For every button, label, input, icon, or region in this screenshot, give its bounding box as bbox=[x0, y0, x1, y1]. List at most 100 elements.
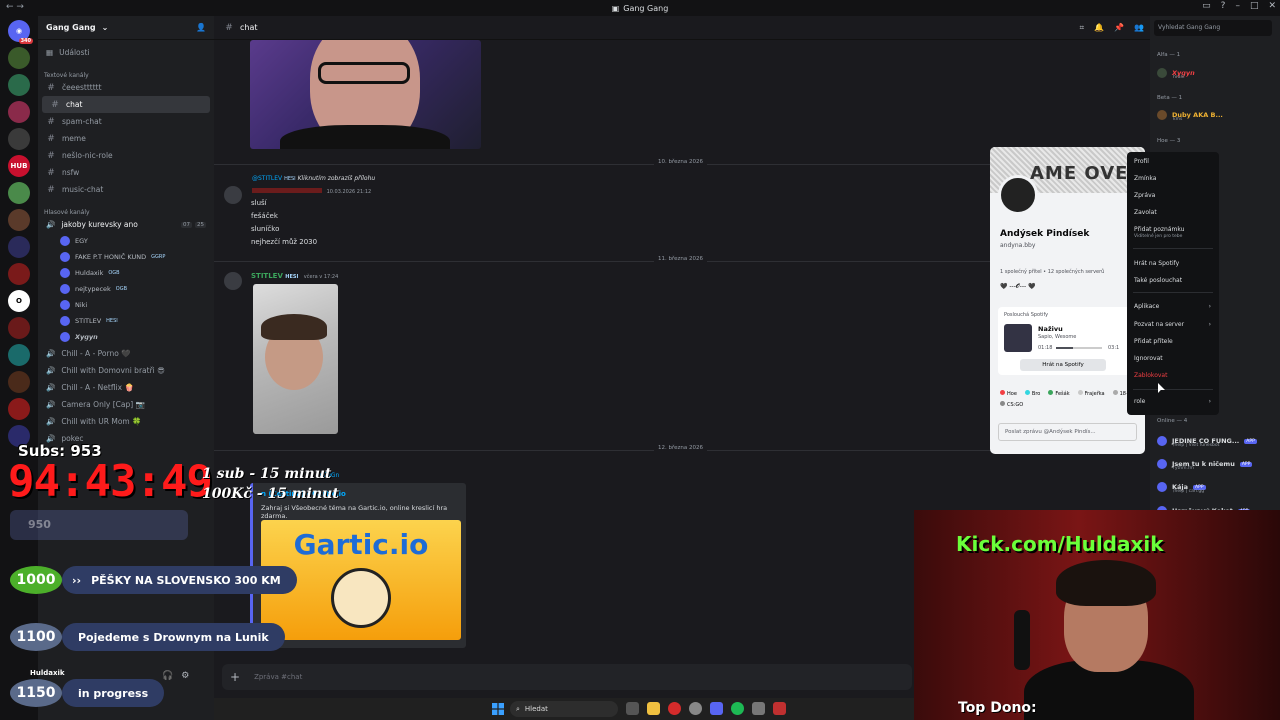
voice-channel[interactable]: 🔊 Chill with UR Mom 🍀 bbox=[38, 413, 214, 430]
back-forward-icon[interactable]: ← → bbox=[6, 2, 24, 12]
member-item[interactable]: 𝙓𝙮𝙜𝙮𝙣 hraní bbox=[1157, 64, 1195, 82]
context-menu-item[interactable]: Aplikace bbox=[1134, 303, 1159, 310]
voice-user[interactable]: Niki bbox=[38, 297, 214, 313]
channel-item[interactable]: # spam-chat bbox=[38, 113, 214, 130]
role-chip[interactable]: Frajeřka bbox=[1077, 390, 1105, 397]
pin-icon[interactable]: 📌 bbox=[1114, 23, 1124, 33]
role-chip[interactable]: Bro bbox=[1024, 390, 1040, 397]
file-explorer-icon[interactable] bbox=[647, 702, 660, 715]
context-menu-item[interactable]: Přidat přítele bbox=[1134, 338, 1173, 345]
voice-user[interactable]: nejtypecek OGB bbox=[38, 281, 214, 297]
server-icon[interactable] bbox=[8, 182, 30, 204]
taskbar-search[interactable]: ⌕ Hledat bbox=[510, 701, 618, 717]
category-text-channels[interactable]: Textové kanály bbox=[38, 65, 214, 79]
settings-app-icon[interactable] bbox=[752, 702, 765, 715]
events-item[interactable]: ▦ Události bbox=[38, 44, 214, 61]
inbox-icon[interactable]: ▭ bbox=[1202, 1, 1211, 11]
server-icon[interactable] bbox=[8, 263, 30, 285]
context-menu-item[interactable]: Přidat poznámku Viditelné jen pro tebe bbox=[1134, 226, 1184, 239]
avatar[interactable] bbox=[224, 186, 242, 204]
member-item[interactable]: Kája APP/help | carl.gg bbox=[1157, 478, 1206, 496]
context-menu-item[interactable]: Profil bbox=[1134, 158, 1149, 165]
album-cover[interactable] bbox=[1004, 324, 1032, 352]
server-icon[interactable] bbox=[8, 317, 30, 339]
channel-item[interactable]: # chat bbox=[42, 96, 210, 113]
channel-item[interactable]: # nešlo-nic-role bbox=[38, 147, 214, 164]
context-menu-item[interactable]: Zavolat bbox=[1134, 209, 1157, 216]
obs-icon[interactable] bbox=[689, 702, 702, 715]
role-chip[interactable]: Hoe bbox=[1000, 390, 1017, 397]
direct-messages-icon[interactable]: ◉ 340 bbox=[8, 20, 33, 44]
server-icon[interactable] bbox=[8, 344, 30, 366]
reply-preview[interactable]: @STITLEV HESI Kliknutím zobrazíš přílohu bbox=[252, 175, 375, 182]
server-icon[interactable] bbox=[8, 371, 30, 393]
maximize-icon[interactable]: □ bbox=[1250, 1, 1259, 11]
settings-icon[interactable]: ⚙ bbox=[181, 671, 189, 681]
server-icon[interactable] bbox=[8, 236, 30, 258]
voice-user[interactable]: 𝙓𝙮𝙜𝙮𝙣 bbox=[38, 329, 214, 345]
context-menu-item[interactable]: role bbox=[1134, 398, 1145, 405]
member-item[interactable]: JEDINE CO FUNG... APP/help | Visit funesb… bbox=[1157, 432, 1257, 450]
add-member-icon[interactable]: 👤 bbox=[196, 23, 206, 32]
app-icon[interactable] bbox=[773, 702, 786, 715]
channel-item[interactable]: # music-chat bbox=[38, 181, 214, 198]
context-menu-item[interactable]: Ignorovat bbox=[1134, 355, 1163, 362]
server-header[interactable]: Gang Gang ⌄ 👤 bbox=[38, 16, 214, 40]
context-menu-item[interactable]: Pozvat na server bbox=[1134, 321, 1184, 328]
opera-gx-icon[interactable] bbox=[668, 702, 681, 715]
voice-user[interactable]: FAKE P.T HONIČ KUND GGRP bbox=[38, 249, 214, 265]
spotify-icon[interactable] bbox=[731, 702, 744, 715]
voice-channel[interactable]: 🔊 jakoby kurevsky ano 07 25 bbox=[38, 216, 214, 233]
voice-user[interactable]: EGY bbox=[38, 233, 214, 249]
context-menu-item[interactable]: Zpráva bbox=[1134, 192, 1155, 199]
avatar[interactable] bbox=[224, 272, 242, 290]
channel-item[interactable]: # čeeestttttt bbox=[38, 79, 214, 96]
task-view-icon[interactable] bbox=[626, 702, 639, 715]
channel-item[interactable]: # nsfw bbox=[38, 164, 214, 181]
help-icon[interactable]: ? bbox=[1221, 1, 1226, 11]
message-author[interactable]: STITLEV HESI včera v 17:24 bbox=[251, 272, 338, 280]
server-icon[interactable] bbox=[8, 398, 30, 420]
voice-channel[interactable]: 🔊 Camera Only [Cap] 📷 bbox=[38, 396, 214, 413]
server-icon[interactable] bbox=[8, 47, 30, 69]
server-icon[interactable]: O bbox=[8, 290, 30, 312]
profile-mutual[interactable]: 1 společný přítel • 12 společných server… bbox=[1000, 269, 1104, 275]
role-chip[interactable]: CS:GO bbox=[1000, 401, 1023, 408]
attach-plus-icon[interactable]: + bbox=[230, 670, 240, 684]
search-input[interactable]: Vyhledat Gang Gang bbox=[1154, 20, 1272, 36]
context-menu-item[interactable]: Zmínka bbox=[1134, 175, 1156, 182]
discord-icon[interactable] bbox=[710, 702, 723, 715]
server-icon[interactable] bbox=[8, 209, 30, 231]
server-icon[interactable] bbox=[8, 128, 30, 150]
image-attachment[interactable] bbox=[253, 284, 338, 434]
server-icon[interactable] bbox=[8, 74, 30, 96]
song-title[interactable]: Naživu bbox=[1038, 325, 1063, 333]
context-menu-item[interactable]: Zablokovat bbox=[1134, 372, 1167, 379]
voice-user[interactable]: STITLEV HESI bbox=[38, 313, 214, 329]
context-menu-item[interactable]: Také poslouchat bbox=[1134, 277, 1182, 284]
role-chip[interactable]: Fešák bbox=[1048, 390, 1070, 397]
voice-channel[interactable]: 🔊 Chill with Domovni bratři 😎 bbox=[38, 362, 214, 379]
bell-icon[interactable]: 🔔 bbox=[1094, 23, 1104, 33]
message-composer[interactable]: + Zpráva #chat bbox=[222, 664, 912, 690]
server-icon[interactable]: HUB bbox=[8, 155, 30, 177]
member-item[interactable]: Duby AKA B... kms bbox=[1157, 106, 1223, 124]
voice-channel[interactable]: 🔊 Chill - A - Netflix 🍿 bbox=[38, 379, 214, 396]
profile-message-input[interactable]: Poslat zprávu @Andýsek Pindís... bbox=[998, 423, 1137, 441]
image-attachment[interactable] bbox=[250, 40, 481, 149]
close-icon[interactable]: ✕ bbox=[1268, 1, 1276, 11]
song-artist[interactable]: Sapio, Wesome bbox=[1038, 334, 1076, 340]
server-icon[interactable] bbox=[8, 101, 30, 123]
threads-icon[interactable]: ⌗ bbox=[1080, 23, 1085, 33]
member-item[interactable]: Jsem tu k ničemu APP rythm.fm bbox=[1157, 455, 1253, 473]
voice-user[interactable]: Huldaxik OGB bbox=[38, 265, 214, 281]
windows-start-icon[interactable] bbox=[492, 703, 504, 715]
voice-channel[interactable]: 🔊 Chill - A - Porno 🖤 bbox=[38, 345, 214, 362]
profile-avatar[interactable] bbox=[998, 175, 1038, 215]
channel-item[interactable]: # meme bbox=[38, 130, 214, 147]
context-menu-item[interactable]: Hrát na Spotify bbox=[1134, 260, 1179, 267]
category-voice-channels[interactable]: Hlasové kanály bbox=[38, 202, 214, 216]
minimize-icon[interactable]: – bbox=[1235, 1, 1240, 11]
members-icon[interactable]: 👥 bbox=[1134, 23, 1144, 33]
play-on-spotify-button[interactable]: Hrát na Spotify bbox=[1020, 359, 1106, 371]
